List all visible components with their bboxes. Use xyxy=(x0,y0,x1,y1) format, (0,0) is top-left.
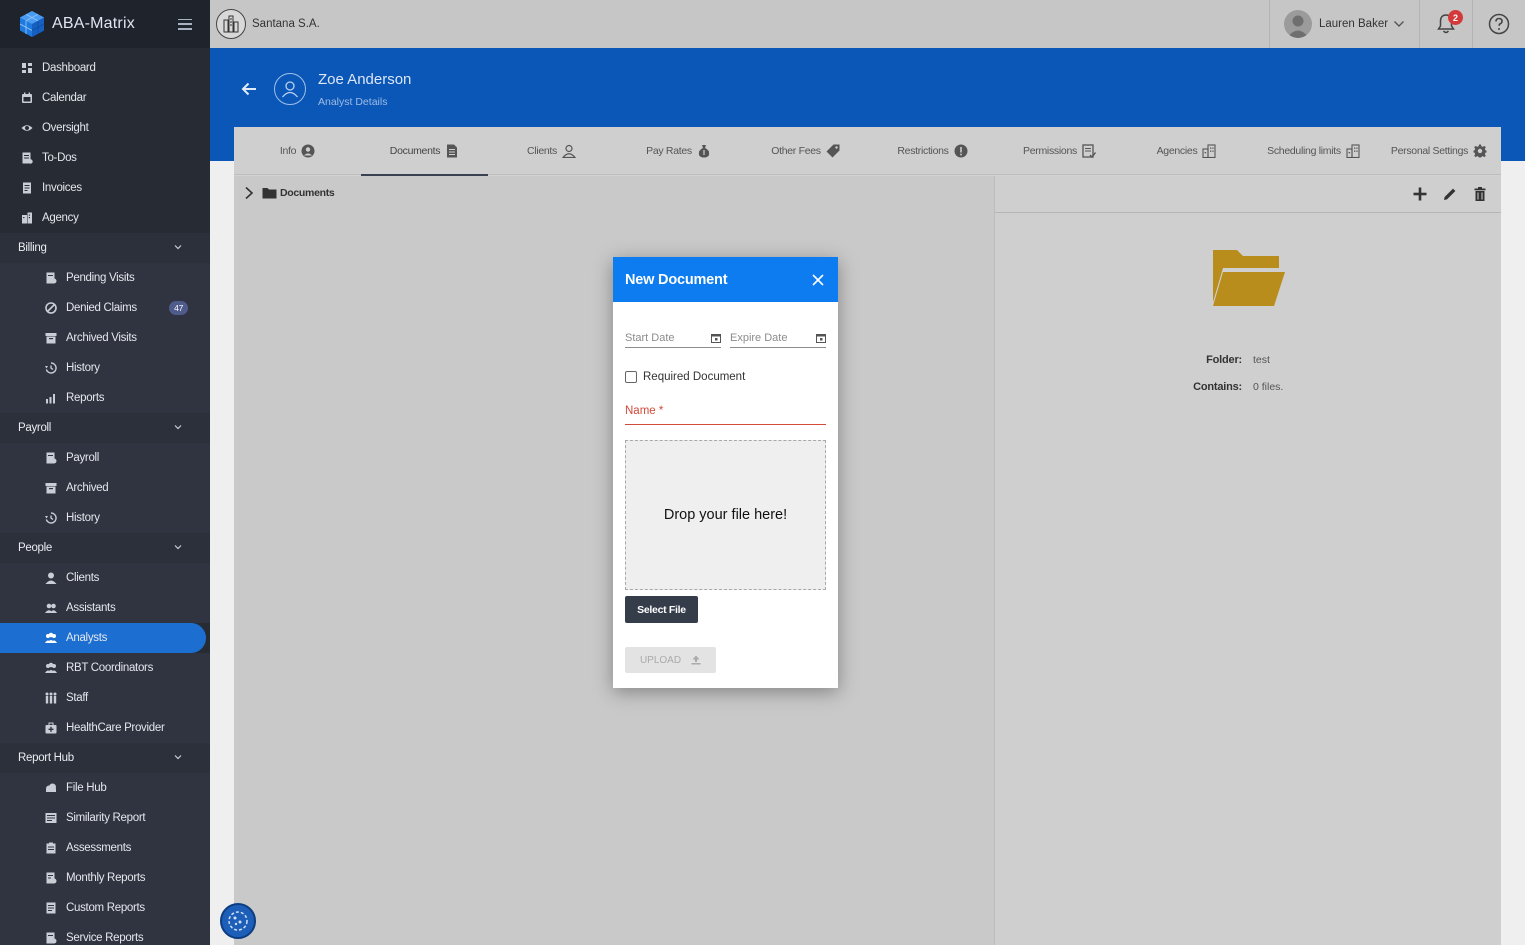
new-document-dialog: New Document Start Date Expire Date Requ… xyxy=(613,257,838,688)
upload-label: UPLOAD xyxy=(639,654,682,666)
expire-date-field[interactable]: Expire Date xyxy=(730,328,826,348)
start-date-placeholder: Start Date xyxy=(625,331,675,344)
close-icon xyxy=(812,273,824,286)
upload-icon xyxy=(691,655,701,665)
file-dropzone[interactable]: Drop your file here! xyxy=(625,440,826,590)
start-date-field[interactable]: Start Date xyxy=(625,328,721,348)
select-file-button[interactable]: Select File xyxy=(625,596,698,623)
expire-date-placeholder: Expire Date xyxy=(730,331,788,344)
dialog-title: New Document xyxy=(625,271,728,288)
name-input[interactable]: Name * xyxy=(625,405,826,425)
dialog-header: New Document xyxy=(613,257,838,302)
required-document-label[interactable]: Required Document xyxy=(643,371,745,383)
upload-button[interactable]: UPLOAD xyxy=(625,647,716,673)
date-row: Start Date Expire Date xyxy=(625,328,826,348)
dialog-body: Start Date Expire Date Required Document… xyxy=(613,328,838,673)
calendar-icon[interactable] xyxy=(711,333,721,343)
required-document-row: Required Document xyxy=(625,371,826,383)
required-document-checkbox[interactable] xyxy=(625,371,637,383)
close-button[interactable] xyxy=(810,272,826,288)
calendar-icon[interactable] xyxy=(816,333,826,343)
